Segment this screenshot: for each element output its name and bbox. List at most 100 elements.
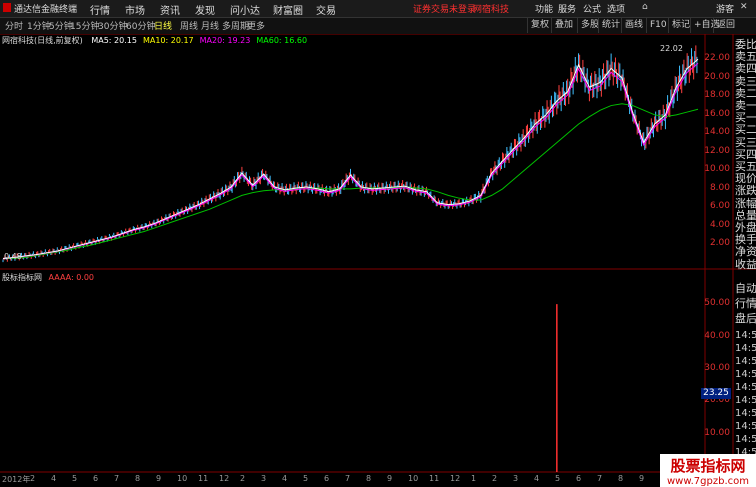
menu-item-0[interactable]: 行情: [90, 2, 110, 17]
price-tick-10: 2.00: [709, 238, 730, 249]
x-tick-5: 7: [114, 474, 120, 483]
price-tick-0: 22.00: [704, 53, 730, 64]
right-panel-18: 收益: [735, 257, 756, 271]
x-tick-25: 4: [534, 474, 540, 483]
minimize-icon[interactable]: ⌂: [642, 2, 648, 12]
indicator-tick-1: 40.00: [704, 330, 730, 341]
price-tick-6: 10.00: [704, 164, 730, 175]
menu-item-6[interactable]: 交易: [316, 2, 336, 17]
indicator-name: 股标指标网: [2, 273, 42, 282]
x-tick-0: 2012年: [2, 475, 31, 484]
right-menu-3[interactable]: 选项: [607, 2, 625, 15]
right-panel-lower-1: 行情: [735, 297, 756, 310]
x-tick-10: 12: [219, 474, 230, 483]
x-tick-9: 11: [198, 474, 209, 483]
trade-time-7: 14:56: [735, 421, 756, 432]
period-5[interactable]: 60分钟: [126, 19, 155, 32]
indicator-current-value: 23.25: [701, 388, 731, 399]
trade-time-5: 14:56: [735, 395, 756, 406]
x-tick-3: 5: [72, 474, 78, 483]
x-tick-27: 6: [576, 474, 582, 483]
toolbar-button-8[interactable]: 返回: [713, 18, 738, 33]
x-tick-28: 7: [597, 474, 603, 483]
x-tick-11: 2: [240, 474, 246, 483]
right-menu-4[interactable]: 游客: [716, 2, 734, 15]
trade-time-6: 14:56: [735, 408, 756, 419]
right-menu-0[interactable]: 功能: [535, 2, 553, 15]
price-tick-4: 14.00: [704, 127, 730, 138]
x-tick-24: 3: [513, 474, 519, 483]
price-tick-5: 12.00: [704, 145, 730, 156]
price-tick-8: 6.00: [709, 201, 730, 212]
x-tick-15: 6: [324, 474, 330, 483]
trade-time-0: 14:50: [735, 330, 756, 341]
trade-time-2: 14:50: [735, 356, 756, 367]
x-tick-4: 6: [93, 474, 99, 483]
period-7[interactable]: 周线: [180, 19, 198, 32]
indicator-chart[interactable]: [0, 282, 705, 472]
x-tick-18: 9: [387, 474, 393, 483]
x-tick-8: 10: [177, 474, 188, 483]
price-tick-1: 20.00: [704, 71, 730, 82]
x-tick-6: 8: [135, 474, 141, 483]
indicator-tick-4: 10.00: [704, 427, 730, 438]
right-panel-lower-2: 盘后: [735, 312, 756, 325]
warning-0: 证券交易未登录: [413, 5, 477, 15]
price-tick-7: 8.00: [709, 182, 730, 193]
x-tick-7: 9: [156, 474, 162, 483]
indicator-tick-2: 30.00: [704, 362, 730, 373]
x-tick-12: 3: [261, 474, 267, 483]
period-6[interactable]: 日线: [154, 19, 172, 32]
period-1[interactable]: 1分钟: [27, 19, 51, 32]
x-tick-23: 2: [492, 474, 498, 483]
menu-item-1[interactable]: 市场: [125, 2, 145, 17]
menu-item-5[interactable]: 财富圈: [273, 2, 303, 17]
period-10[interactable]: 更多: [247, 19, 265, 32]
watermark-url: www.7gpzb.com: [667, 476, 749, 487]
trade-time-3: 14:50: [735, 369, 756, 380]
right-menu-2[interactable]: 公式: [583, 2, 601, 15]
price-low-label: 0.48: [4, 252, 22, 261]
price-tick-9: 4.00: [709, 219, 730, 230]
toolbar-button-1[interactable]: 叠加: [551, 18, 576, 33]
price-tick-3: 16.00: [704, 108, 730, 119]
x-tick-19: 10: [408, 474, 419, 483]
price-tick-2: 18.00: [704, 90, 730, 101]
trade-time-1: 14:50: [735, 343, 756, 354]
x-tick-2: 4: [51, 474, 57, 483]
x-tick-29: 8: [618, 474, 624, 483]
toolbar-button-4[interactable]: 画线: [621, 18, 646, 33]
x-tick-16: 7: [345, 474, 351, 483]
menu-item-2[interactable]: 资讯: [160, 2, 180, 17]
x-tick-22: 1: [471, 474, 477, 483]
price-high-label: 22.02: [660, 44, 683, 53]
toolbar-button-5[interactable]: F10: [646, 18, 670, 33]
toolbar-button-3[interactable]: 统计: [598, 18, 623, 33]
trade-time-4: 14:56: [735, 382, 756, 393]
x-tick-14: 5: [303, 474, 309, 483]
watermark-title: 股票指标网: [670, 457, 746, 475]
x-tick-26: 5: [555, 474, 561, 483]
indicator-tick-0: 50.00: [704, 298, 730, 309]
x-tick-1: 2: [30, 474, 36, 483]
period-0[interactable]: 分时: [5, 19, 23, 32]
warning-1: 网宿科技: [473, 5, 510, 15]
x-tick-30: 9: [639, 474, 645, 483]
menu-item-4[interactable]: 问小达: [230, 2, 260, 17]
x-tick-13: 4: [282, 474, 288, 483]
x-tick-20: 11: [429, 474, 440, 483]
period-3[interactable]: 15分钟: [70, 19, 99, 32]
right-menu-1[interactable]: 服务: [558, 2, 576, 15]
toolbar-button-0[interactable]: 复权: [527, 18, 552, 33]
period-4[interactable]: 30分钟: [98, 19, 127, 32]
watermark: 股票指标网 www.7gpzb.com: [660, 454, 756, 487]
trade-time-8: 14:56: [735, 434, 756, 445]
period-8[interactable]: 月线: [201, 19, 219, 32]
period-9[interactable]: 多周期: [222, 19, 249, 32]
right-panel-lower-0: 自动: [735, 282, 756, 295]
window-close-icon[interactable]: ✕: [740, 2, 748, 12]
indicator-value: AAAA: 0.00: [48, 273, 95, 282]
menu-item-3[interactable]: 发现: [195, 2, 215, 17]
x-tick-17: 8: [366, 474, 372, 483]
x-tick-21: 12: [450, 474, 461, 483]
